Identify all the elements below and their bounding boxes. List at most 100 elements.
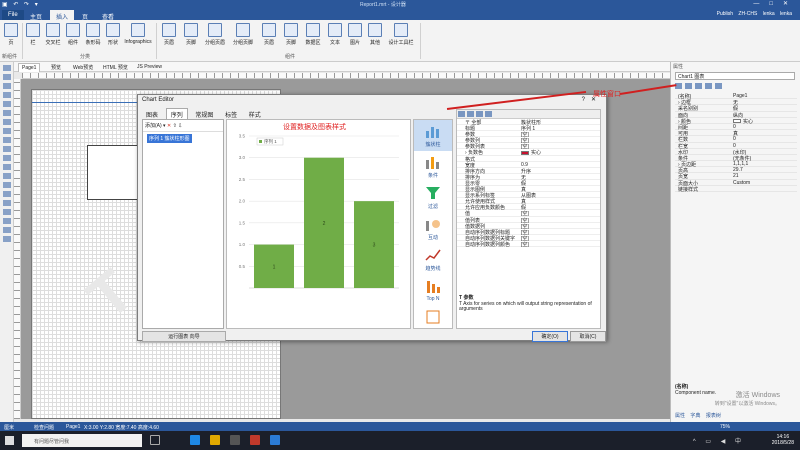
tool-icon[interactable] [2, 182, 11, 188]
property-value[interactable]: 1,1,1,1 [730, 161, 797, 167]
ribbon-footer-button[interactable]: 页脚 [280, 23, 302, 46]
ribbon-infographics-button[interactable]: Infographics [122, 23, 154, 45]
color-swatch[interactable] [733, 119, 741, 124]
property-value[interactable]: 纵向 [730, 112, 797, 119]
tool-icon[interactable] [2, 191, 11, 197]
ribbon-header-button[interactable]: 页眉 [258, 23, 280, 46]
taskbar-search[interactable]: 有问题尽管问我 [22, 434, 142, 447]
add-series-button[interactable]: 添加(A) [145, 123, 162, 129]
tool-icon[interactable] [2, 128, 11, 134]
property-value[interactable]: 29.7 [730, 167, 797, 173]
ribbon-page-header-button[interactable]: 页眉 [158, 23, 180, 46]
tool-icon[interactable] [2, 173, 11, 179]
series-property-value[interactable]: 假 [519, 180, 600, 187]
tool-icon[interactable] [2, 110, 11, 116]
chart-type-more[interactable] [414, 306, 452, 337]
ribbon-text-button[interactable]: 文本 [324, 23, 346, 46]
ribbon-group-header-button[interactable]: 分组页眉 [202, 23, 228, 46]
windows-start-icon[interactable] [5, 436, 14, 445]
series-property-value[interactable]: [空] [519, 210, 600, 217]
task-view-icon[interactable] [150, 435, 160, 445]
tool-icon[interactable] [2, 137, 11, 143]
status-zoom[interactable]: 75% [720, 424, 730, 430]
ribbon-page-footer-button[interactable]: 页脚 [180, 23, 202, 46]
tab-file[interactable]: File [2, 10, 24, 20]
ribbon-component-button[interactable]: 组件 [62, 23, 84, 46]
publish-button[interactable]: Publish [717, 11, 733, 17]
properties-icon[interactable] [695, 83, 702, 89]
edge-icon[interactable] [190, 435, 200, 445]
clock[interactable]: 14:16 2018/5/28 [772, 434, 794, 446]
tab-report-tree[interactable]: 报表树 [706, 413, 721, 419]
property-value[interactable]: 真 [730, 130, 797, 137]
tool-icon[interactable] [2, 227, 11, 233]
property-value[interactable]: 0 [730, 136, 797, 142]
tab-view[interactable]: 查看 [96, 10, 120, 21]
series-property-value[interactable]: 真 [519, 186, 600, 193]
series-property-value[interactable]: [空] [519, 217, 600, 224]
series-property-value[interactable]: [空] [519, 241, 600, 248]
minimize-icon[interactable]: — [753, 1, 769, 7]
move-down-icon[interactable]: ⇩ [178, 123, 182, 129]
series-property-value[interactable]: 真 [519, 198, 600, 205]
tool-icon[interactable] [2, 218, 11, 224]
ok-button[interactable]: 确定(O) [532, 331, 568, 342]
file-explorer-icon[interactable] [210, 435, 220, 445]
tool-icon[interactable] [2, 146, 11, 152]
series-property-value[interactable]: 序列 1 [519, 125, 600, 132]
tab-page[interactable]: 页 [76, 10, 94, 21]
series-property-value[interactable]: 从图表 [519, 192, 600, 199]
series-property-value[interactable]: [空] [519, 131, 600, 138]
move-up-icon[interactable]: ⇧ [173, 123, 177, 129]
chart-type-clustered-column[interactable]: 簇状柱 [414, 120, 452, 151]
ribbon-band-button[interactable]: 栏 [22, 23, 44, 46]
app-icon[interactable] [250, 435, 260, 445]
tool-icon[interactable] [2, 83, 11, 89]
series-property-value[interactable]: 簇状柱形 [519, 119, 600, 126]
ribbon-databand-button[interactable]: 数据区 [302, 23, 324, 46]
tab-home[interactable]: 主页 [24, 10, 48, 21]
ribbon-page-button[interactable]: 页 [0, 23, 22, 46]
series-property-value[interactable]: [空] [519, 143, 600, 150]
cancel-button[interactable]: 取消(C) [570, 331, 606, 342]
series-property-value[interactable]: [空] [519, 235, 600, 242]
quick-access-icons[interactable]: ▣ ↶ ↷ ▾ [2, 1, 40, 8]
store-icon[interactable] [230, 435, 240, 445]
series-property-value[interactable] [519, 156, 600, 161]
help-icon[interactable]: ? [582, 97, 591, 103]
tab-preview[interactable]: 预览 [48, 63, 64, 72]
property-value[interactable]: Custom [730, 180, 797, 186]
series-property-value[interactable]: 升序 [519, 168, 600, 175]
run-chart-wizard-button[interactable]: 运行图表 向导 [142, 331, 226, 342]
tab-web-preview[interactable]: Web预览 [70, 63, 96, 72]
tab-insert[interactable]: 插入 [50, 10, 75, 21]
tool-icon[interactable] [2, 74, 11, 80]
close-icon[interactable]: ✕ [783, 1, 798, 7]
tool-icon[interactable] [2, 209, 11, 215]
series-property-value[interactable]: [空] [519, 137, 600, 144]
tool-icon[interactable] [2, 155, 11, 161]
property-value[interactable]: (无条件) [730, 155, 797, 162]
ribbon-shape-button[interactable]: 形状 [102, 23, 124, 46]
ribbon-barcode-button[interactable]: 条形码 [82, 23, 104, 46]
chart-type-topn[interactable]: Top N [414, 275, 452, 306]
input-language[interactable]: 中 [735, 439, 745, 445]
property-value[interactable]: 无 [730, 99, 797, 106]
tool-icon[interactable] [2, 101, 11, 107]
series-property-value[interactable]: 无 [519, 174, 600, 181]
tool-icon[interactable] [2, 92, 11, 98]
ribbon-other-button[interactable]: 其他 [364, 23, 386, 46]
tab-js-preview[interactable]: JS Preview [134, 63, 165, 71]
window-controls[interactable]: —□✕ [753, 0, 798, 7]
property-value[interactable]: 21 [730, 173, 797, 179]
series-list-item[interactable]: 序列 1 簇状柱形图 [147, 134, 192, 143]
categorized-icon[interactable] [458, 111, 465, 117]
sort-alpha-icon[interactable] [685, 83, 692, 89]
property-value[interactable] [730, 186, 797, 191]
ribbon-image-button[interactable]: 图片 [344, 23, 366, 46]
property-pages-icon[interactable] [476, 111, 483, 117]
series-property-value[interactable]: 假 [519, 204, 600, 211]
settings-icon[interactable] [715, 83, 722, 89]
designer-app-icon[interactable] [270, 435, 280, 445]
series-property-value[interactable]: 0.9 [519, 162, 600, 168]
